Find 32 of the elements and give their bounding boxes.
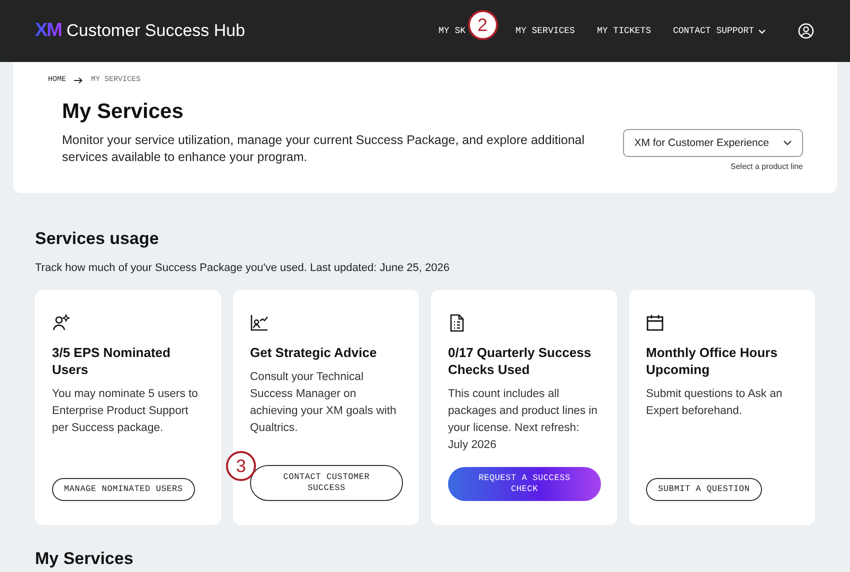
section-subtitle: Track how much of your Success Package you've used. Last updated: June 25, 2026: [35, 262, 450, 274]
nav-link[interactable]: MY TICKETS: [596, 26, 651, 36]
card-description: This count includes all packages and product lines in your license. Next refresh: July 2026: [448, 387, 598, 453]
dropdown-hint: Select a product line: [730, 162, 803, 171]
section-title: My Services: [35, 549, 134, 569]
card-title: Get Strategic Advice: [250, 344, 378, 361]
nav-link[interactable]: CONTACT SUPPORT: [672, 26, 766, 36]
card-button[interactable]: SUBMIT A QUESTION: [646, 478, 762, 501]
chart-person-icon: [250, 314, 269, 332]
card-title: 0/17 Quarterly Success Checks Used: [448, 344, 592, 378]
card-title: Monthly Office Hours Upcoming: [646, 344, 778, 378]
card-button[interactable]: MANAGE NOMINATED USERS: [52, 478, 195, 501]
section-title: Services usage: [35, 229, 160, 249]
card-description: Submit questions to Ask an Expert beforehand.: [646, 387, 784, 419]
card-title: 3/5 EPS Nominated Users: [52, 344, 172, 378]
nav-link[interactable]: MY SERVICES: [516, 26, 575, 36]
page-description: Monitor your service utilization, manage your current Success Package, and explore additional services available to enhance your program.: [62, 132, 586, 166]
arrow-right-icon: [74, 76, 84, 84]
card-description: Consult your Technical Success Manager on achieving your XM goals with Qualtrics.: [250, 370, 398, 436]
app-title: Customer Success Hub: [66, 21, 246, 41]
card-description: You may nominate 5 users to Enterprise Product Support per Success package.: [52, 387, 199, 436]
callout-badge: 2: [468, 10, 498, 40]
user-sparkle-icon: [52, 314, 71, 332]
chevron-down-icon: [783, 140, 792, 146]
calendar-icon: [646, 314, 665, 332]
page-title: My Services: [62, 100, 184, 124]
product-line-dropdown[interactable]: XM for Customer Experience: [623, 129, 803, 157]
callout-badge: 3: [226, 451, 256, 481]
profile-icon[interactable]: [798, 23, 814, 39]
card-button[interactable]: CONTACT CUSTOMER SUCCESS: [250, 465, 403, 501]
nav-link[interactable]: MY SK: [438, 26, 466, 36]
card-button[interactable]: REQUEST A SUCCESS CHECK: [448, 467, 601, 501]
